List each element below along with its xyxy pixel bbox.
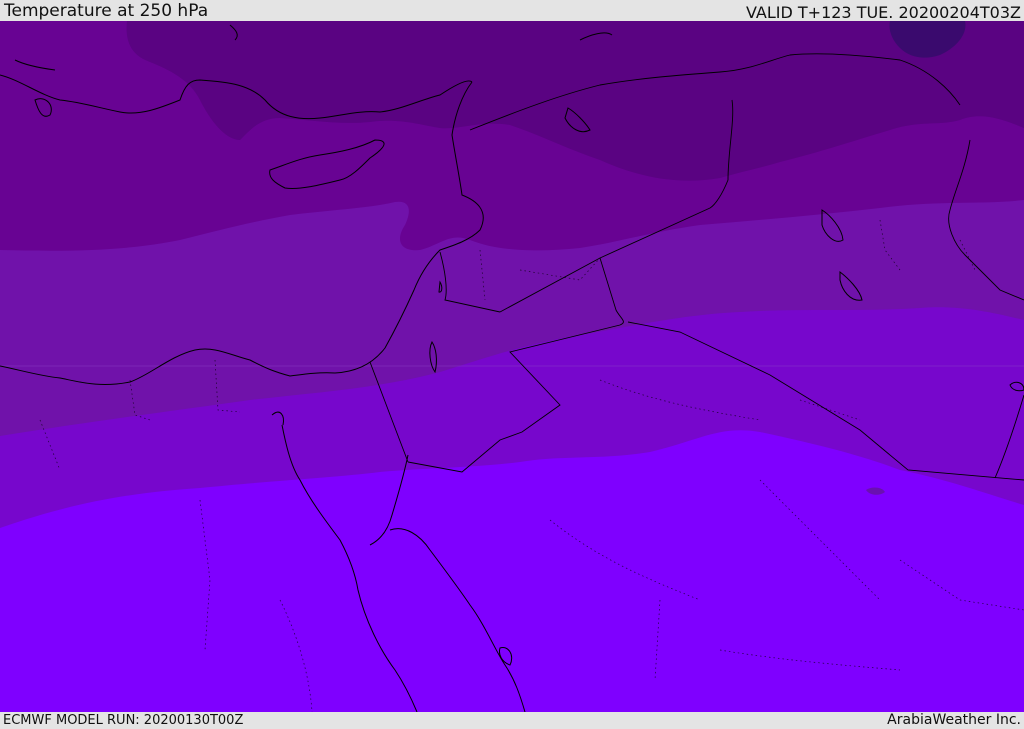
valid-time-label: VALID T+123 TUE. 20200204T03Z bbox=[745, 3, 1021, 22]
credit-label: ArabiaWeather Inc. bbox=[887, 712, 1021, 728]
weather-map[interactable] bbox=[0, 21, 1024, 712]
header-bar: Temperature at 250 hPa VALID T+123 TUE. … bbox=[0, 0, 1024, 21]
map-title: Temperature at 250 hPa bbox=[4, 1, 209, 21]
model-run-label: ECMWF MODEL RUN: 20200130T00Z bbox=[3, 713, 244, 728]
footer-bar: ECMWF MODEL RUN: 20200130T00Z ArabiaWeat… bbox=[0, 712, 1024, 729]
